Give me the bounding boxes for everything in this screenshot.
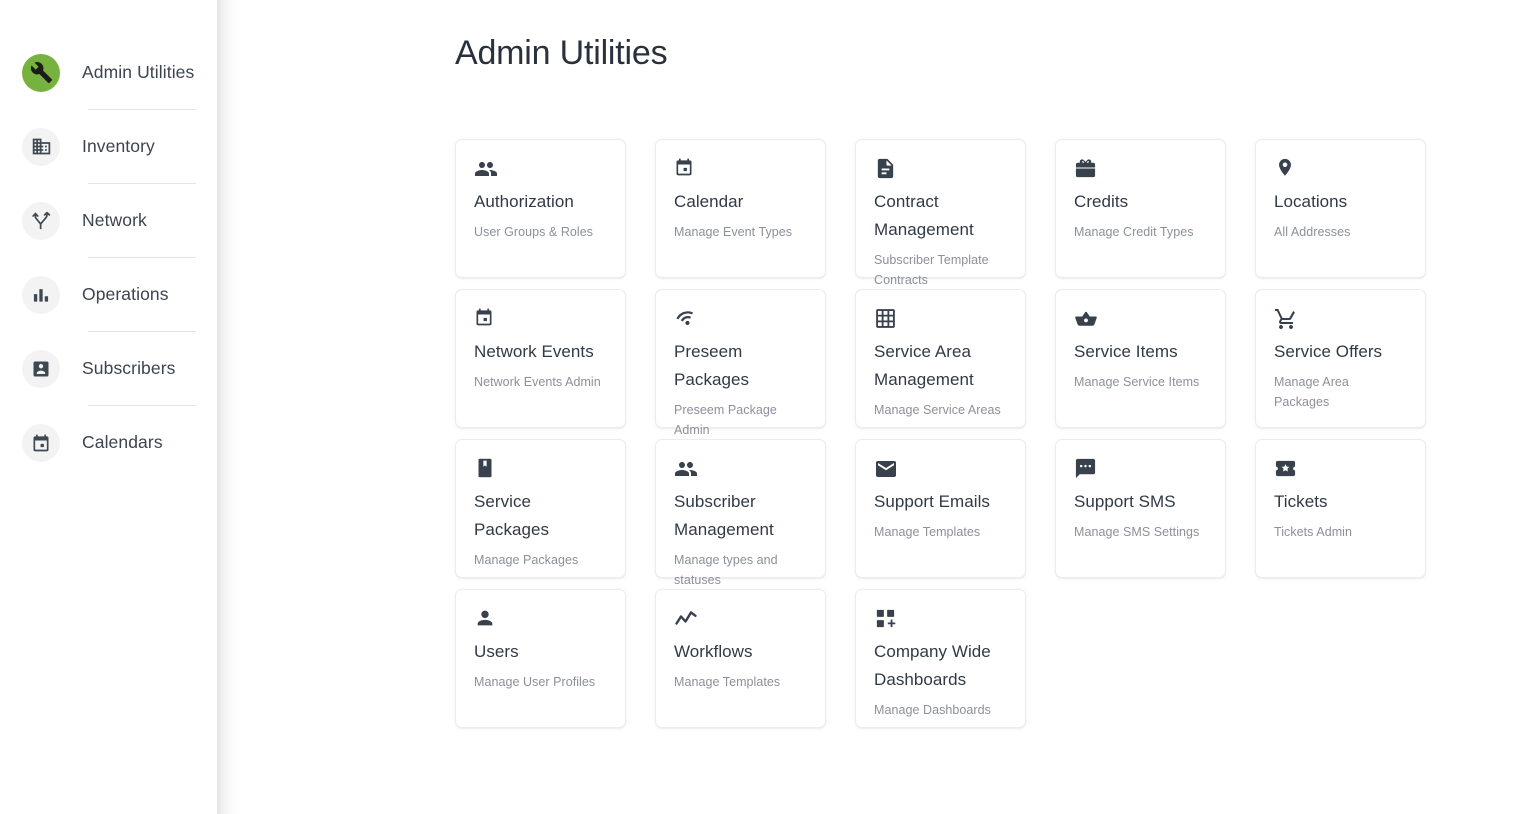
card-subtitle: Manage Credit Types <box>1074 225 1194 239</box>
shopping-cart-icon <box>1274 307 1407 333</box>
ticket-star-icon <box>1274 457 1407 483</box>
card-title: Company Wide Dashboards <box>874 642 991 689</box>
card-title: Support SMS <box>1074 492 1176 511</box>
sidebar: Admin Utilities Inventory Network Operation… <box>0 0 243 814</box>
sidebar-item-label: Inventory <box>82 136 155 156</box>
map-pin-icon <box>1274 157 1407 183</box>
card-subtitle: Manage Event Types <box>674 225 793 239</box>
page-title: Admin Utilities <box>455 34 668 72</box>
utility-card-grid: Authorization User Groups & Roles Calendar… <box>455 139 1484 728</box>
card-subtitle: Manage Packages <box>474 553 579 567</box>
person-icon <box>474 607 607 633</box>
card-subtitle: Network Events Admin <box>474 375 601 389</box>
sidebar-item-subscribers[interactable]: Subscribers <box>0 332 217 405</box>
utility-card[interactable]: Service Area Management Manage Service Ar… <box>855 289 1026 428</box>
bar-chart-icon <box>22 275 60 314</box>
grid-table-icon <box>874 307 1007 333</box>
card-subtitle: User Groups & Roles <box>474 225 594 239</box>
card-title: Calendar <box>674 192 744 211</box>
utility-card[interactable]: Subscriber Management Manage types and st… <box>655 439 826 587</box>
contact-card-icon <box>22 349 60 388</box>
card-title: Locations <box>1274 192 1348 211</box>
chat-bubble-icon <box>1074 457 1207 483</box>
card-title: Network Events <box>474 342 594 361</box>
card-subtitle: Preseem Package Admin <box>674 403 777 437</box>
card-title: Support Emails <box>874 492 990 511</box>
card-subtitle: Manage Dashboards <box>874 703 991 717</box>
card-title: Users <box>474 642 519 661</box>
sidebar-item-network[interactable]: Network <box>0 184 217 257</box>
card-giftcard-icon <box>1074 157 1207 183</box>
document-icon <box>874 157 1007 183</box>
dashboard-customize-icon <box>874 607 1007 633</box>
card-subtitle: Manage Service Areas <box>874 403 1001 417</box>
card-subtitle: Manage Service Items <box>1074 375 1200 389</box>
card-subtitle: All Addresses <box>1274 225 1351 239</box>
utility-card[interactable]: Workflows Manage Templates <box>655 589 826 728</box>
wifi-tethering-icon <box>674 307 807 333</box>
utility-card[interactable]: Authorization User Groups & Roles <box>455 139 626 278</box>
trending-line-icon <box>674 607 807 633</box>
people-icon <box>474 157 607 183</box>
sidebar-item-calendars[interactable]: Calendars <box>0 406 217 479</box>
utility-card[interactable]: Locations All Addresses <box>1255 139 1426 278</box>
utility-card[interactable]: Contract Management Subscriber Template C… <box>855 139 1026 287</box>
card-title: Authorization <box>474 192 574 211</box>
utility-card[interactable]: Service Packages Manage Packages <box>455 439 626 578</box>
building-icon <box>22 127 60 166</box>
utility-card[interactable]: Service Offers Manage Area Packages <box>1255 289 1426 428</box>
utility-card[interactable]: Support Emails Manage Templates <box>855 439 1026 578</box>
card-title: Service Offers <box>1274 342 1383 361</box>
app-root: Admin Utilities Inventory Network Operation… <box>0 0 1534 814</box>
utility-card[interactable]: Credits Manage Credit Types <box>1055 139 1226 278</box>
card-subtitle: Manage User Profiles <box>474 675 596 689</box>
card-subtitle: Manage types and statuses <box>674 553 778 587</box>
sidebar-item-admin-utilities[interactable]: Admin Utilities <box>0 36 217 109</box>
card-title: Service Packages <box>474 492 550 539</box>
sidebar-item-label: Calendars <box>82 432 163 452</box>
sidebar-item-label: Admin Utilities <box>82 62 195 82</box>
bookmark-book-icon <box>474 457 607 483</box>
utility-card[interactable]: Users Manage User Profiles <box>455 589 626 728</box>
people-icon <box>674 457 807 483</box>
utility-card[interactable]: Network Events Network Events Admin <box>455 289 626 428</box>
card-title: Contract Management <box>874 192 974 239</box>
card-subtitle: Manage Area Packages <box>1274 375 1349 409</box>
main-content: Admin Utilities Authorization User Groups… <box>217 0 1534 814</box>
utility-card[interactable]: Support SMS Manage SMS Settings <box>1055 439 1226 578</box>
sidebar-item-label: Network <box>82 210 147 230</box>
card-title: Workflows <box>674 642 753 661</box>
utility-card[interactable]: Calendar Manage Event Types <box>655 139 826 278</box>
network-fork-icon <box>22 201 60 240</box>
utility-card[interactable]: Service Items Manage Service Items <box>1055 289 1226 428</box>
card-subtitle: Tickets Admin <box>1274 525 1352 539</box>
card-subtitle: Manage Templates <box>674 675 781 689</box>
calendar-icon <box>674 157 807 183</box>
card-subtitle: Manage SMS Settings <box>1074 525 1200 539</box>
card-title: Service Items <box>1074 342 1178 361</box>
utility-card[interactable]: Company Wide Dashboards Manage Dashboards <box>855 589 1026 728</box>
utility-card[interactable]: Preseem Packages Preseem Package Admin <box>655 289 826 437</box>
wrench-icon <box>22 53 60 92</box>
card-title: Preseem Packages <box>674 342 750 389</box>
email-icon <box>874 457 1007 483</box>
calendar-icon <box>22 423 60 462</box>
sidebar-item-operations[interactable]: Operations <box>0 258 217 331</box>
utility-card[interactable]: Tickets Tickets Admin <box>1255 439 1426 578</box>
shopping-basket-icon <box>1074 307 1207 333</box>
card-title: Tickets <box>1274 492 1328 511</box>
sidebar-item-label: Subscribers <box>82 358 176 378</box>
card-title: Credits <box>1074 192 1129 211</box>
card-subtitle: Manage Templates <box>874 525 981 539</box>
card-title: Subscriber Management <box>674 492 774 539</box>
sidebar-item-label: Operations <box>82 284 169 304</box>
card-subtitle: Subscriber Template Contracts <box>874 253 989 287</box>
card-title: Service Area Management <box>874 342 974 389</box>
sidebar-item-inventory[interactable]: Inventory <box>0 110 217 183</box>
calendar-icon <box>474 307 607 333</box>
